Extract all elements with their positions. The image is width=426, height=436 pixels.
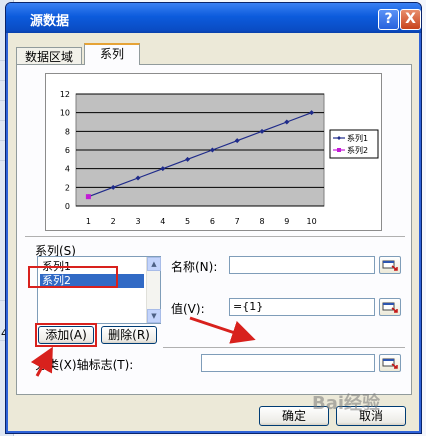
legend-label: 系列1: [347, 133, 368, 143]
y-tick-label: 12: [60, 90, 70, 99]
x-tick-label: 9: [284, 217, 289, 226]
name-input[interactable]: [229, 256, 375, 274]
y-tick-label: 6: [65, 146, 70, 155]
y-tick-label: 10: [60, 109, 70, 118]
y-tick-label: 4: [65, 165, 70, 174]
series-panel: 0 2 4 6 8 10 12 1 2 3 4 5 6 7 8 9 10 系列1 系列2 系列(S) 系列1 系列2…: [16, 64, 412, 395]
y-tick-label: 2: [65, 183, 70, 192]
help-button[interactable]: ?: [378, 9, 399, 30]
x-tick-label: 8: [259, 217, 264, 226]
range-select-icon: [382, 302, 398, 313]
y-tick-label: 0: [65, 202, 70, 211]
scroll-down-icon[interactable]: ▼: [147, 309, 161, 323]
watermark: Bai经验: [312, 393, 381, 414]
x-tick-label: 1: [86, 217, 91, 226]
tab-series[interactable]: 系列: [84, 43, 140, 65]
value-label: 值(V):: [171, 302, 205, 316]
separator: [25, 236, 405, 237]
titlebar: 源数据 ? X: [6, 3, 421, 33]
category-axis-input[interactable]: [201, 354, 375, 372]
range-select-icon: [382, 260, 398, 271]
series-list-scrollbar[interactable]: ▲ ▼: [146, 257, 161, 323]
tab-data-range[interactable]: 数据区域: [16, 47, 82, 65]
x-tick-label: 5: [185, 217, 190, 226]
x-tick-label: 3: [135, 217, 140, 226]
x-tick-label: 2: [111, 217, 116, 226]
separator: [163, 347, 405, 348]
value-ref-button[interactable]: [379, 298, 401, 316]
source-data-dialog: 源数据 ? X 数据区域 系列 0 2 4 6 8 10 12 1 2 3 4 5 6 7 8 9 10 系列1 系…: [5, 2, 422, 434]
x-tick-label: 4: [160, 217, 165, 226]
scroll-up-icon[interactable]: ▲: [147, 257, 161, 271]
x-tick-label: 6: [210, 217, 215, 226]
x-tick-label: 7: [235, 217, 240, 226]
chart-svg: 0246810121 2 3 4 5 6 7 8 9 10系列1系列2: [60, 90, 379, 226]
value-input[interactable]: ={1}: [229, 298, 375, 316]
chart-preview: 0 2 4 6 8 10 12 1 2 3 4 5 6 7 8 9 10 系列1 系列2: [45, 73, 382, 231]
name-label: 名称(N):: [171, 260, 218, 274]
close-button[interactable]: X: [400, 9, 421, 30]
name-ref-button[interactable]: [379, 256, 401, 274]
x-tick-label: 10: [307, 217, 317, 226]
category-axis-label: 分类(X)轴标志(T):: [35, 358, 134, 372]
delete-series-button[interactable]: 删除(R): [101, 326, 157, 344]
range-select-icon: [382, 358, 398, 369]
highlight-box-add: [35, 323, 97, 347]
y-tick-label: 8: [65, 127, 70, 136]
data-point: [85, 194, 91, 200]
legend-marker: [337, 148, 341, 152]
legend-label: 系列2: [347, 145, 368, 155]
category-ref-button[interactable]: [379, 354, 401, 372]
dialog-title: 源数据: [30, 14, 70, 29]
highlight-box-series2: [28, 266, 118, 288]
